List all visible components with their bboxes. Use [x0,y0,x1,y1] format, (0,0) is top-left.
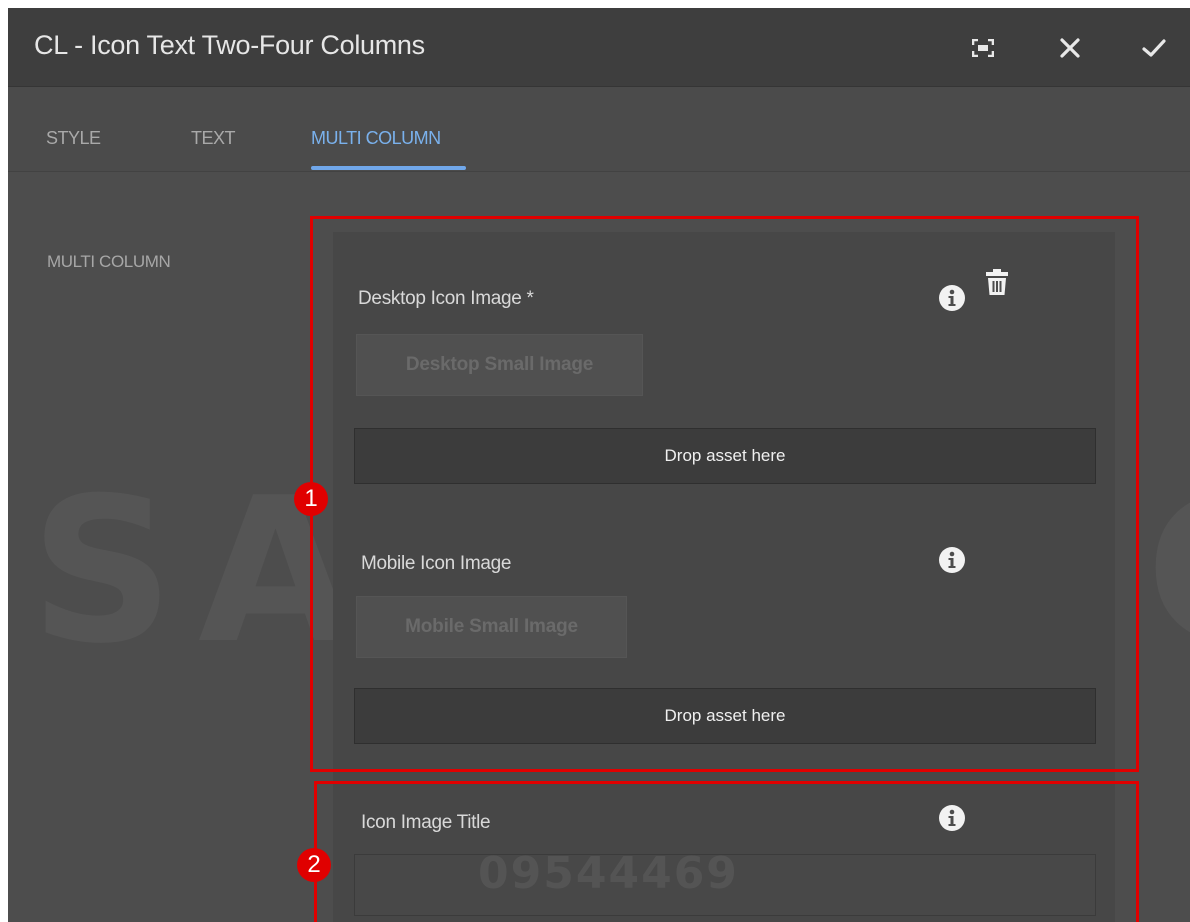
dialog-title: CL - Icon Text Two-Four Columns [34,30,425,60]
tab-multi-column[interactable]: MULTI COLUMN [311,128,441,149]
desktop-icon-label: Desktop Icon Image * [358,288,534,309]
info-icon[interactable] [938,284,966,312]
close-button[interactable] [1050,28,1090,68]
info-icon[interactable] [938,546,966,574]
fullscreen-icon [972,39,994,57]
delete-item-icon[interactable] [985,268,1009,296]
checkmark-icon [1142,39,1166,57]
annotation-badge-2: 2 [297,848,331,882]
tab-text[interactable]: TEXT [191,128,236,149]
info-icon[interactable] [938,804,966,832]
dialog-header: CL - Icon Text Two-Four Columns [8,8,1190,87]
tab-content: SAMSUNG MULTI COLUMN Desktop Icon Image … [8,172,1190,922]
mobile-small-image-button[interactable]: Mobile Small Image [356,596,627,658]
tab-style[interactable]: STYLE [46,128,101,149]
icon-image-title-input[interactable] [354,854,1096,916]
dialog: CL - Icon Text Two-Four Columns STYLE TE… [8,8,1190,922]
fullscreen-button[interactable] [963,28,1003,68]
desktop-small-image-button[interactable]: Desktop Small Image [356,334,643,396]
mobile-drop-zone[interactable]: Drop asset here [354,688,1096,744]
done-button[interactable] [1134,28,1174,68]
close-icon [1060,38,1080,58]
mobile-icon-label: Mobile Icon Image [361,553,512,574]
tab-bar: STYLE TEXT MULTI COLUMN [8,87,1190,172]
desktop-drop-zone[interactable]: Drop asset here [354,428,1096,484]
annotation-badge-1: 1 [294,482,328,516]
icon-image-title-label: Icon Image Title [361,812,491,833]
active-tab-indicator [311,166,466,170]
section-label: MULTI COLUMN [47,252,171,271]
